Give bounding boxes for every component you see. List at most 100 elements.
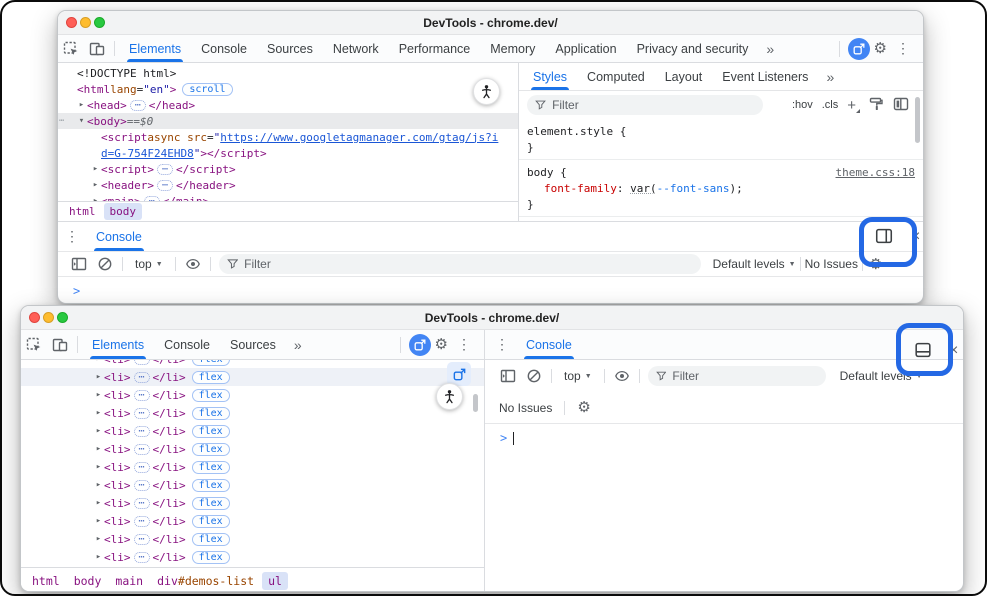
flex-badge[interactable]: flex (192, 443, 230, 456)
sidebar-position-icon[interactable] (893, 96, 909, 115)
breadcrumb-body[interactable]: body (104, 203, 143, 220)
styles-filter-input[interactable] (552, 98, 755, 112)
collapse-arrow-icon[interactable]: ▸ (93, 390, 104, 400)
expand-ellipsis-icon[interactable]: ⋯ (144, 196, 160, 202)
settings-gear-icon[interactable]: ⚙ (435, 337, 448, 352)
dom-row-li[interactable]: ▸<li>⋯</li>flex (21, 512, 484, 530)
dom-row-li[interactable]: ▸<li>⋯</li>flex (21, 360, 484, 368)
kebab-menu-icon[interactable]: ⋮ (891, 40, 915, 57)
tab-privacy-and-security[interactable]: Privacy and security (627, 35, 759, 62)
device-toolbar-icon[interactable] (84, 35, 110, 62)
css-variable[interactable]: --font-sans (657, 182, 730, 195)
accessibility-person-icon[interactable] (436, 383, 463, 410)
console-filter[interactable] (648, 366, 826, 386)
issues-counter[interactable]: No Issues (805, 257, 858, 271)
dom-row[interactable]: d=G-754F24EHD8"></script> (58, 145, 518, 161)
tab-console-panel[interactable]: Console (518, 330, 580, 359)
collapse-arrow-icon[interactable]: ▸ (76, 100, 87, 110)
console-settings-gear-icon[interactable]: ⚙ (869, 257, 882, 272)
dom-row[interactable]: <script async src="https://www.googletag… (58, 129, 518, 145)
tab-elements[interactable]: Elements (119, 35, 191, 62)
style-rule[interactable]: element.style {} (519, 119, 923, 160)
expand-ellipsis-icon[interactable]: ⋯ (134, 480, 150, 491)
eye-icon[interactable] (180, 256, 206, 272)
dock-to-bottom-button[interactable] (911, 338, 935, 362)
tab-console-drawer[interactable]: Console (88, 222, 150, 251)
expand-ellipsis-icon[interactable]: ⋯ (134, 372, 150, 383)
expand-ellipsis-icon[interactable]: ⋯ (134, 516, 150, 527)
styles-tab-computed[interactable]: Computed (577, 63, 655, 90)
collapse-arrow-icon[interactable]: ▸ (93, 372, 104, 382)
styles-tab-event-listeners[interactable]: Event Listeners (712, 63, 818, 90)
dom-row-li[interactable]: ▸<li>⋯</li>flex (21, 368, 484, 386)
toggle-hover-state[interactable]: :hov (792, 99, 813, 111)
styles-tab-styles[interactable]: Styles (523, 63, 577, 90)
kebab-menu-icon[interactable]: ⋮ (452, 336, 476, 353)
expand-ellipsis-icon[interactable]: ⋯ (134, 498, 150, 509)
console-settings-gear-icon[interactable]: ⚙ (577, 400, 590, 415)
dom-row[interactable]: <!DOCTYPE html> (58, 65, 518, 81)
context-selector[interactable]: top▼ (127, 257, 171, 271)
breadcrumb-html[interactable]: html (26, 572, 66, 590)
element-capture-icon[interactable] (848, 38, 870, 60)
kebab-menu-icon[interactable]: ⋮ (485, 330, 514, 359)
tab-elements[interactable]: Elements (82, 330, 154, 359)
tab-sources[interactable]: Sources (257, 35, 323, 62)
dom-row-li[interactable]: ▸<li>⋯</li>flex (21, 440, 484, 458)
expand-ellipsis-icon[interactable]: ⋯ (134, 408, 150, 419)
console-filter[interactable] (219, 254, 701, 274)
expand-arrow-icon[interactable]: ▾ (76, 116, 87, 126)
flex-badge[interactable]: flex (192, 371, 230, 384)
dom-row-li[interactable]: ▸<li>⋯</li>flex (21, 386, 484, 404)
console-sidebar-icon[interactable] (495, 368, 521, 384)
dom-row[interactable]: ▸<main>⋯</main> (58, 193, 518, 201)
more-tabs-icon[interactable]: » (286, 330, 310, 359)
collapse-arrow-icon[interactable]: ▸ (93, 534, 104, 544)
expand-ellipsis-icon[interactable]: ⋯ (134, 390, 150, 401)
element-capture-icon[interactable] (409, 334, 431, 356)
breadcrumb-body[interactable]: body (68, 572, 108, 590)
collapse-arrow-icon[interactable]: ▸ (93, 426, 104, 436)
tab-application[interactable]: Application (545, 35, 626, 62)
flex-badge[interactable]: flex (192, 551, 230, 564)
flex-badge[interactable]: flex (192, 479, 230, 492)
tab-console[interactable]: Console (154, 330, 220, 359)
toggle-class[interactable]: .cls (822, 99, 839, 111)
flex-badge[interactable]: flex (192, 407, 230, 420)
console-prompt[interactable]: > (58, 277, 923, 298)
flex-badge[interactable]: flex (192, 360, 230, 366)
console-sidebar-icon[interactable] (66, 256, 92, 272)
context-selector[interactable]: top▼ (556, 369, 600, 383)
clear-console-icon[interactable] (521, 368, 547, 384)
row-options-dots[interactable]: ⋯ (59, 116, 64, 126)
flex-badge[interactable]: flex (192, 425, 230, 438)
dom-row[interactable]: ▸<script>⋯</script> (58, 161, 518, 177)
kebab-menu-icon[interactable]: ⋮ (58, 222, 84, 251)
dom-row-li[interactable]: ▸<li>⋯</li>flex (21, 530, 484, 548)
log-levels-dropdown[interactable]: Default levels▼ (713, 257, 796, 271)
tab-sources[interactable]: Sources (220, 330, 286, 359)
breadcrumb-div-demos-list[interactable]: div#demos-list (151, 572, 260, 590)
flex-badge[interactable]: flex (192, 389, 230, 402)
settings-gear-icon[interactable]: ⚙ (874, 41, 887, 56)
expand-ellipsis-icon[interactable]: ⋯ (157, 164, 173, 175)
flex-badge[interactable]: flex (192, 461, 230, 474)
dom-tree[interactable]: ▸<li>⋯</li>flex▸<li>⋯</li>flex▸<li>⋯</li… (21, 360, 484, 567)
expand-ellipsis-icon[interactable]: ⋯ (134, 426, 150, 437)
close-panel-icon[interactable]: × (949, 343, 958, 359)
inspect-element-icon[interactable] (58, 35, 84, 62)
breadcrumb-ul[interactable]: ul (262, 572, 288, 590)
collapse-arrow-icon[interactable]: ▸ (90, 196, 101, 201)
styles-rules[interactable]: element.style {}body {theme.css:18font-f… (519, 119, 923, 221)
stylesheet-link[interactable]: theme.css:18 (836, 165, 915, 181)
console-filter-input[interactable] (244, 257, 692, 271)
dom-row[interactable]: ▸<header>⋯</header> (58, 177, 518, 193)
dom-row[interactable]: ⋯▾<body> == $0 (58, 113, 518, 129)
expand-ellipsis-icon[interactable]: ⋯ (134, 444, 150, 455)
dom-row-li[interactable]: ▸<li>⋯</li>flex (21, 458, 484, 476)
dom-row-li[interactable]: ▸<li>⋯</li>flex (21, 494, 484, 512)
console-prompt[interactable]: > (485, 424, 963, 445)
collapse-arrow-icon[interactable]: ▸ (93, 444, 104, 454)
collapse-arrow-icon[interactable]: ▸ (93, 552, 104, 562)
tab-network[interactable]: Network (323, 35, 389, 62)
